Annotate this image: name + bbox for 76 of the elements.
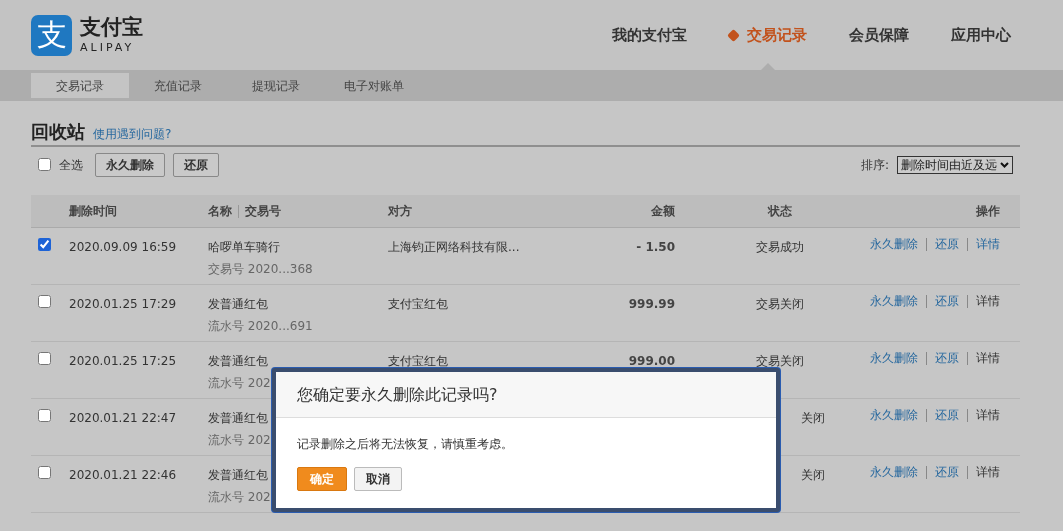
action-link[interactable]: 永久删除 — [862, 295, 926, 308]
sort-select[interactable]: 删除时间由近及远 — [897, 155, 1013, 174]
sub-tab[interactable]: 充值记录 — [129, 73, 227, 98]
action-link[interactable]: 还原 — [926, 352, 967, 365]
action-link[interactable]: 详情 — [967, 466, 1000, 479]
toolbar-button[interactable]: 还原 — [173, 152, 219, 177]
confirm-button[interactable]: 确定 — [297, 467, 347, 491]
table-cell: 2020.01.21 22:47 — [69, 411, 177, 425]
column-header: 名称 — [208, 203, 232, 220]
amount-cell: 999.00 — [628, 354, 675, 368]
select-all-label: 全选 — [59, 156, 83, 174]
row-checkbox[interactable] — [38, 295, 51, 308]
logo-text: 支付宝 — [80, 17, 143, 38]
action-link[interactable]: 永久删除 — [862, 238, 926, 251]
cancel-button[interactable]: 取消 — [354, 467, 402, 491]
table-cell: 2020.01.25 17:25 — [69, 354, 177, 368]
logo-subtitle: ALIPAY — [80, 42, 136, 53]
sub-tab[interactable]: 电子对账单 — [325, 73, 423, 98]
dialog-title: 您确定要永久删除此记录吗? — [276, 372, 776, 418]
table-cell: 发普通红包 — [208, 468, 268, 482]
nav-tab[interactable]: 应用中心 — [930, 0, 1032, 70]
chevron-down-icon — [1000, 161, 1009, 168]
action-link[interactable]: 永久删除 — [862, 466, 926, 479]
table-cell: 哈啰单车骑行 — [208, 240, 280, 254]
action-link[interactable]: 永久删除 — [862, 409, 926, 422]
column-header: 金额 — [651, 204, 675, 218]
status-cell: 交易关闭 — [756, 354, 804, 368]
dialog-message: 记录删除之后将无法恢复，请慎重考虑。 — [296, 436, 514, 453]
table-cell: 发普通红包 — [208, 411, 268, 425]
action-link[interactable]: 还原 — [926, 466, 967, 479]
row-checkbox[interactable] — [38, 238, 51, 251]
action-link[interactable]: 详情 — [967, 295, 1000, 308]
column-header: 对方 — [388, 204, 412, 218]
serial-number: 交易号 2020...368 — [208, 262, 313, 276]
table-cell: 发普通红包 — [208, 354, 268, 368]
row-checkbox[interactable] — [38, 352, 51, 365]
status-cell: 交易关闭 — [756, 297, 804, 311]
sub-tab[interactable]: 交易记录 — [31, 73, 129, 98]
help-link[interactable]: 使用遇到问题? — [93, 125, 172, 143]
amount-cell: 999.99 — [628, 297, 675, 311]
sub-tab[interactable]: 提现记录 — [227, 73, 325, 98]
serial-number: 流水号 202 — [208, 490, 271, 504]
row-checkbox[interactable] — [38, 466, 51, 479]
row-checkbox[interactable] — [38, 409, 51, 422]
table-cell: 2020.01.21 22:46 — [69, 468, 177, 482]
serial-number: 流水号 2020...691 — [208, 319, 313, 333]
column-header: 操作 — [976, 203, 1000, 220]
column-header: 删除时间 — [69, 204, 117, 218]
action-link[interactable]: 还原 — [926, 409, 967, 422]
column-header: 交易号 — [238, 204, 281, 218]
status-cell: 关闭 — [801, 411, 825, 425]
action-link[interactable]: 详情 — [967, 409, 1000, 422]
column-header: 状态 — [768, 204, 792, 218]
table-cell: 发普通红包 — [208, 297, 268, 311]
serial-number: 流水号 202 — [208, 433, 271, 447]
status-cell: 交易成功 — [756, 240, 804, 254]
amount-cell: - 1.50 — [636, 240, 675, 254]
serial-number: 流水号 202 — [208, 376, 271, 390]
status-cell: 关闭 — [801, 468, 825, 482]
action-link[interactable]: 详情 — [967, 352, 1000, 365]
action-link[interactable]: 永久删除 — [862, 352, 926, 365]
nav-tab[interactable]: 我的支付宝 — [591, 0, 708, 70]
toolbar-button[interactable]: 永久删除 — [95, 152, 165, 177]
action-link[interactable]: 详情 — [967, 238, 1000, 251]
sort-label: 排序: — [860, 156, 889, 174]
select-all-checkbox[interactable] — [38, 158, 51, 171]
page-title: 回收站 — [31, 120, 85, 144]
table-cell: 支付宝红包 — [388, 297, 448, 311]
table-cell: 上海钧正网络科技有限... — [388, 240, 520, 254]
action-link[interactable]: 还原 — [926, 238, 967, 251]
nav-tab[interactable]: 会员保障 — [828, 0, 930, 70]
table-cell: 2020.01.25 17:29 — [69, 297, 177, 311]
action-link[interactable]: 还原 — [926, 295, 967, 308]
table-cell: 2020.09.09 16:59 — [69, 240, 177, 254]
logo-mark: 支 — [31, 14, 72, 56]
table-cell: 支付宝红包 — [388, 354, 448, 368]
